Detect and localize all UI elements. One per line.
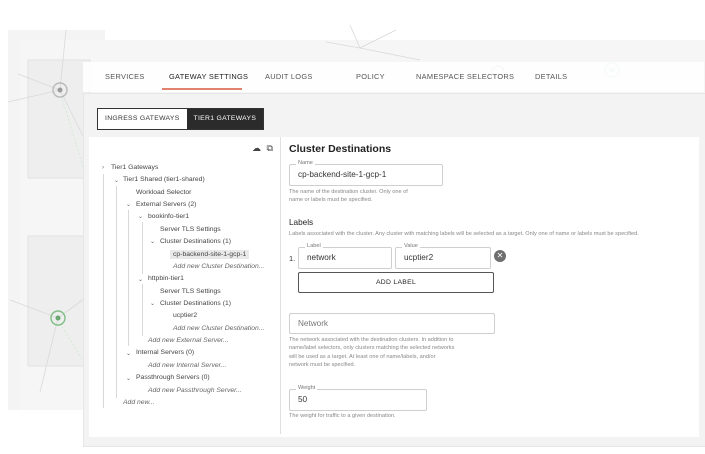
name-field-label: Name [296, 160, 315, 166]
tier1-gateways-button[interactable]: TIER1 GATEWAYS [186, 109, 264, 129]
tree-node-server-tls-settings[interactable]: Server TLS Settings [160, 226, 221, 233]
name-field-value[interactable]: cp-backend-site-1-gcp-1 [298, 170, 386, 179]
form-title: Cluster Destinations [289, 143, 392, 155]
tree-node-internal-servers[interactable]: Internal Servers (0) [136, 349, 194, 356]
label-key-field[interactable]: Label network [298, 243, 392, 269]
label-key-caption: Label [305, 243, 323, 249]
name-help-line-2: name or labels must be specified. [289, 197, 373, 203]
tree-node-bookinfo-tier1[interactable]: bookinfo-tier1 [148, 213, 189, 220]
tab-policy[interactable]: POLICY [356, 72, 385, 81]
tab-audit-logs[interactable]: AUDIT LOGS [265, 72, 313, 81]
weight-field-value[interactable]: 50 [298, 395, 307, 404]
gateway-type-toggle: INGRESS GATEWAYS TIER1 GATEWAYS [97, 108, 265, 130]
network-field[interactable]: Network [289, 313, 495, 334]
label-row-index: 1. [289, 254, 296, 263]
tree-node-server-tls-settings[interactable]: Server TLS Settings [160, 288, 221, 295]
tab-gateway-settings[interactable]: GATEWAY SETTINGS [169, 72, 248, 81]
tree-node-external-servers[interactable]: External Servers (2) [136, 201, 196, 208]
network-placeholder[interactable]: Network [298, 319, 328, 328]
tree-node-cluster-destinations[interactable]: Cluster Destinations (1) [160, 300, 231, 307]
cloud-upload-icon[interactable]: ☁ [252, 143, 261, 153]
tab-bar: SERVICES GATEWAY SETTINGS AUDIT LOGS POL… [83, 62, 704, 92]
tab-services[interactable]: SERVICES [105, 72, 145, 81]
remove-label-icon[interactable]: ✕ [494, 250, 506, 262]
name-field[interactable]: Name cp-backend-site-1-gcp-1 [289, 160, 443, 186]
label-value-field[interactable]: Value ucptier2 [395, 243, 491, 269]
tree-toolbar: ☁ ⧉ [249, 143, 273, 154]
add-internal-server-link[interactable]: Add new Internal Server... [148, 362, 226, 369]
label-value-value[interactable]: ucptier2 [404, 253, 433, 262]
weight-field[interactable]: Weight 50 [289, 385, 427, 411]
weight-help: The weight for traffic to a given destin… [289, 413, 396, 419]
panel-divider [280, 137, 281, 434]
add-label-button[interactable]: ADD LABEL [298, 272, 494, 293]
labels-heading: Labels [289, 218, 314, 227]
add-external-server-link[interactable]: Add new External Server... [148, 337, 229, 344]
add-passthrough-server-link[interactable]: Add new Passthrough Server... [148, 387, 242, 394]
tree-node-cluster-destinations[interactable]: Cluster Destinations (1) [160, 238, 231, 245]
weight-field-label: Weight [296, 385, 318, 391]
active-tab-indicator [162, 88, 242, 90]
tree-node-tier1-gateways[interactable]: Tier1 Gateways [111, 164, 158, 171]
label-key-value[interactable]: network [307, 253, 336, 262]
copy-icon[interactable]: ⧉ [267, 143, 273, 153]
add-cluster-destination-link[interactable]: Add new Cluster Destination... [173, 325, 264, 332]
tree-node-tier1-shared[interactable]: Tier1 Shared (tier1-shared) [123, 176, 205, 183]
tree-node-passthrough-servers[interactable]: Passthrough Servers (0) [136, 374, 210, 381]
tree-node-cluster-destination[interactable]: ucptier2 [173, 312, 197, 319]
tree-node-httpbin-tier1[interactable]: httpbin-tier1 [148, 275, 184, 282]
tree-node-cluster-destination-selected[interactable]: cp-backend-site-1-gcp-1 [170, 250, 250, 259]
tab-details[interactable]: DETAILS [535, 72, 567, 81]
label-value-caption: Value [402, 243, 420, 249]
tree-node-workload-selector[interactable]: Workload Selector [136, 189, 191, 196]
ingress-gateways-button[interactable]: INGRESS GATEWAYS [98, 109, 187, 129]
labels-help: Labels associated with the cluster. Any … [289, 231, 639, 237]
add-new-link[interactable]: Add new... [123, 399, 155, 406]
network-help-line-2: name/label selectors, only clusters matc… [289, 345, 455, 351]
add-cluster-destination-link[interactable]: Add new Cluster Destination... [173, 263, 264, 270]
tab-namespace-selectors[interactable]: NAMESPACE SELECTORS [416, 72, 514, 81]
network-help-line-4: network must be specified. [289, 362, 356, 368]
